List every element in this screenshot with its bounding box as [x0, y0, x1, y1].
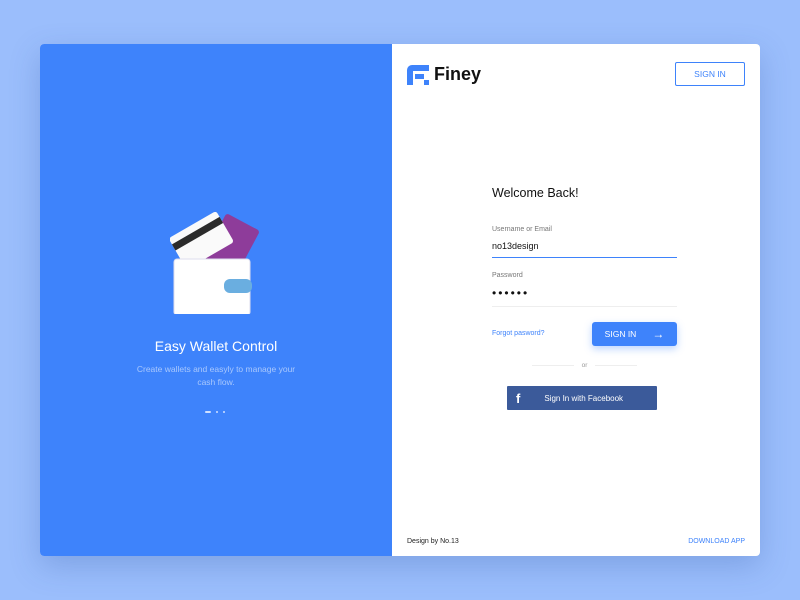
facebook-label: Sign In with Facebook: [544, 393, 624, 403]
username-label: Username or Email: [492, 226, 552, 233]
finey-logo-icon: [407, 64, 429, 85]
login-panel: Finey SIGN IN Welcome Back! Username or …: [392, 44, 760, 556]
or-divider: or: [532, 362, 637, 369]
username-input[interactable]: no13design: [492, 241, 677, 258]
hero-subtitle-line: Create wallets and easyly to manage your: [136, 364, 296, 374]
sign-in-label: SIGN IN: [604, 329, 637, 339]
wallet-illustration-icon: [170, 211, 259, 314]
arrow-right-icon: →: [652, 327, 665, 341]
header-sign-in-button[interactable]: SIGN IN: [675, 62, 745, 86]
hero-subtitle: Create wallets and easyly to manage your…: [40, 363, 392, 389]
logo: Finey: [407, 64, 481, 85]
facebook-icon: f: [516, 390, 521, 406]
carousel-dot-3[interactable]: [223, 411, 225, 413]
hero-title: Easy Wallet Control: [154, 338, 278, 354]
hero-subtitle-line: cash flow.: [197, 377, 235, 387]
forgot-password-link[interactable]: Forgot pasword?: [492, 330, 545, 337]
form-title: Welcome Back!: [492, 186, 579, 200]
carousel-dot-1[interactable]: [205, 411, 211, 413]
carousel-dots: [205, 411, 225, 413]
brand-name: Finey: [434, 64, 482, 84]
or-label: or: [581, 362, 588, 369]
download-app-link[interactable]: DOWNLOAD APP: [688, 538, 745, 545]
facebook-sign-in-button[interactable]: f Sign In with Facebook: [507, 386, 657, 410]
carousel-dot-2[interactable]: [216, 411, 218, 413]
hero-panel: Easy Wallet Control Create wallets and e…: [40, 44, 392, 556]
login-card: Easy Wallet Control Create wallets and e…: [40, 44, 760, 556]
password-label: Password: [492, 272, 523, 279]
design-credit: Design by No.13: [407, 538, 459, 545]
sign-in-button[interactable]: SIGN IN →: [592, 322, 677, 346]
password-input[interactable]: ••••••: [492, 286, 677, 307]
